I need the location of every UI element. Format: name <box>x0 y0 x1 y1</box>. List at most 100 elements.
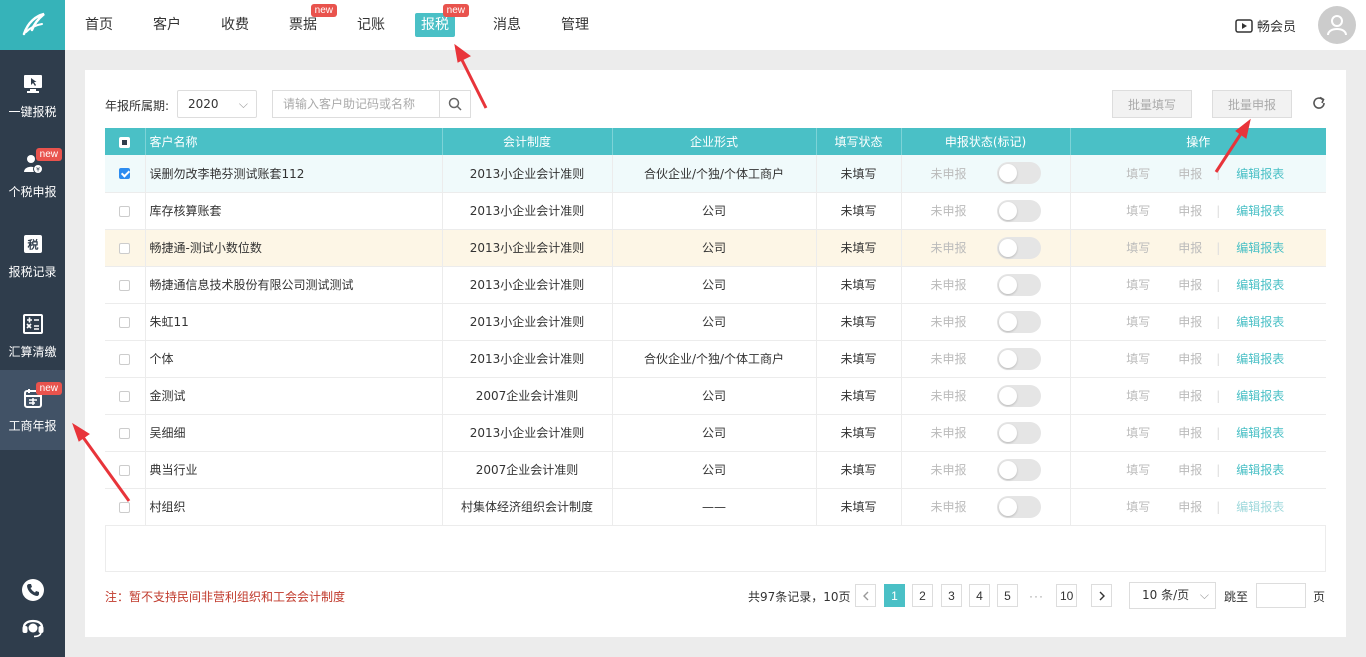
declare-toggle[interactable] <box>996 310 1041 333</box>
row-checkbox[interactable] <box>119 464 131 476</box>
row-select-cell[interactable] <box>105 155 146 193</box>
refresh-button[interactable] <box>1311 95 1327 114</box>
jump-page-input[interactable] <box>1256 583 1306 608</box>
table-row[interactable]: 吴细细 2013小企业会计准则 公司 未填写 未申报 填写 申报 | 编辑报表 <box>105 414 1326 452</box>
fill-button[interactable]: 填写 <box>1126 461 1150 478</box>
nav-admin[interactable]: 管理 <box>555 13 595 37</box>
member-link[interactable]: 畅会员 <box>1235 16 1296 35</box>
fill-button[interactable]: 填写 <box>1126 239 1150 256</box>
row-checkbox[interactable] <box>119 316 131 328</box>
fill-button[interactable]: 填写 <box>1126 350 1150 367</box>
page-3[interactable]: 3 <box>941 584 962 607</box>
page-5[interactable]: 5 <box>997 584 1018 607</box>
nav-home[interactable]: 首页 <box>79 13 119 37</box>
page-4[interactable]: 4 <box>969 584 990 607</box>
table-row[interactable]: 典当行业 2007企业会计准则 公司 未填写 未申报 填写 申报 | 编辑报表 <box>105 451 1326 489</box>
declare-button[interactable]: 申报 <box>1178 165 1202 182</box>
sidebar-item-one-click-tax[interactable]: 一键报税 <box>0 56 65 136</box>
declare-toggle[interactable] <box>996 495 1041 518</box>
row-checkbox[interactable] <box>119 168 131 180</box>
declare-toggle[interactable] <box>996 236 1041 259</box>
declare-toggle[interactable] <box>996 421 1041 444</box>
declare-toggle[interactable] <box>996 458 1041 481</box>
search-button[interactable] <box>439 90 471 118</box>
page-ellipsis[interactable]: ··· <box>1026 584 1047 607</box>
table-row[interactable]: 个体 2013小企业会计准则 合伙企业/个独/个体工商户 未填写 未申报 填写 申报 | 编辑报… <box>105 340 1326 378</box>
select-all-cell[interactable] <box>105 128 146 155</box>
edit-report-link[interactable]: 编辑报表 <box>1236 165 1284 182</box>
row-select-cell[interactable] <box>105 303 146 341</box>
fill-button[interactable]: 填写 <box>1126 313 1150 330</box>
declare-toggle[interactable] <box>996 273 1041 296</box>
support-button[interactable] <box>0 613 65 639</box>
nav-tax[interactable]: 报税 new <box>415 4 469 37</box>
next-page-button[interactable] <box>1091 584 1112 607</box>
year-select[interactable]: 2020 ⌵ <box>177 90 257 118</box>
row-checkbox[interactable] <box>119 242 131 254</box>
row-checkbox[interactable] <box>119 427 131 439</box>
edit-report-link[interactable]: 编辑报表 <box>1236 498 1284 515</box>
table-row[interactable]: 畅捷通-测试小数位数 2013小企业会计准则 公司 未填写 未申报 填写 申报 | 编辑报表 <box>105 229 1326 267</box>
declare-button[interactable]: 申报 <box>1178 498 1202 515</box>
search-input[interactable] <box>272 90 440 118</box>
table-row[interactable]: 朱虹11 2013小企业会计准则 公司 未填写 未申报 填写 申报 | 编辑报表 <box>105 303 1326 341</box>
table-row[interactable]: 金测试 2007企业会计准则 公司 未填写 未申报 填写 申报 | 编辑报表 <box>105 377 1326 415</box>
declare-button[interactable]: 申报 <box>1178 350 1202 367</box>
row-checkbox[interactable] <box>119 390 131 402</box>
table-row[interactable]: 库存核算账套 2013小企业会计准则 公司 未填写 未申报 填写 申报 | 编辑报表 <box>105 192 1326 230</box>
row-select-cell[interactable] <box>105 229 146 267</box>
declare-toggle[interactable] <box>996 347 1041 370</box>
row-select-cell[interactable] <box>105 451 146 489</box>
edit-report-link[interactable]: 编辑报表 <box>1236 239 1284 256</box>
nav-messages[interactable]: 消息 <box>487 13 527 37</box>
declare-button[interactable]: 申报 <box>1178 202 1202 219</box>
edit-report-link[interactable]: 编辑报表 <box>1236 276 1284 293</box>
edit-report-link[interactable]: 编辑报表 <box>1236 424 1284 441</box>
avatar[interactable] <box>1318 6 1356 44</box>
declare-toggle[interactable] <box>996 162 1041 185</box>
edit-report-link[interactable]: 编辑报表 <box>1236 313 1284 330</box>
table-row[interactable]: 村组织 村集体经济组织会计制度 —— 未填写 未申报 填写 申报 | 编辑报表 <box>105 488 1326 526</box>
table-row[interactable]: 误删勿改李艳芬测试账套112 2013小企业会计准则 合伙企业/个独/个体工商户 未填… <box>105 155 1326 193</box>
page-1[interactable]: 1 <box>884 584 905 607</box>
declare-button[interactable]: 申报 <box>1178 424 1202 441</box>
fill-button[interactable]: 填写 <box>1126 165 1150 182</box>
nav-customers[interactable]: 客户 <box>147 13 187 37</box>
row-checkbox[interactable] <box>119 279 131 291</box>
declare-button[interactable]: 申报 <box>1178 276 1202 293</box>
phone-button[interactable] <box>0 578 65 602</box>
edit-report-link[interactable]: 编辑报表 <box>1236 461 1284 478</box>
sidebar-item-settlement[interactable]: 汇算清缴 <box>0 296 65 376</box>
row-select-cell[interactable] <box>105 488 146 526</box>
edit-report-link[interactable]: 编辑报表 <box>1236 202 1284 219</box>
declare-button[interactable]: 申报 <box>1178 313 1202 330</box>
edit-report-link[interactable]: 编辑报表 <box>1236 350 1284 367</box>
declare-button[interactable]: 申报 <box>1178 239 1202 256</box>
nav-bookkeeping[interactable]: 记账 <box>351 13 391 37</box>
row-select-cell[interactable] <box>105 266 146 304</box>
app-logo[interactable] <box>0 0 65 50</box>
batch-declare-button[interactable]: 批量申报 <box>1212 90 1292 118</box>
fill-button[interactable]: 填写 <box>1126 498 1150 515</box>
prev-page-button[interactable] <box>855 584 876 607</box>
sidebar-item-personal-tax[interactable]: new ¥ 个税申报 <box>0 136 65 216</box>
fill-button[interactable]: 填写 <box>1126 424 1150 441</box>
nav-fees[interactable]: 收费 <box>215 13 255 37</box>
nav-invoices[interactable]: 票据 new <box>283 4 337 37</box>
row-select-cell[interactable] <box>105 192 146 230</box>
fill-button[interactable]: 填写 <box>1126 202 1150 219</box>
batch-fill-button[interactable]: 批量填写 <box>1112 90 1192 118</box>
declare-button[interactable]: 申报 <box>1178 387 1202 404</box>
declare-toggle[interactable] <box>996 199 1041 222</box>
select-all-checkbox[interactable] <box>119 136 131 148</box>
row-select-cell[interactable] <box>105 340 146 378</box>
sidebar-item-tax-record[interactable]: 税 报税记录 <box>0 216 65 296</box>
row-select-cell[interactable] <box>105 377 146 415</box>
row-checkbox[interactable] <box>119 353 131 365</box>
sidebar-item-annual-report[interactable]: new 工商年报 <box>0 370 65 450</box>
table-row[interactable]: 畅捷通信息技术股份有限公司测试测试 2013小企业会计准则 公司 未填写 未申报 填写 申报… <box>105 266 1326 304</box>
fill-button[interactable]: 填写 <box>1126 387 1150 404</box>
fill-button[interactable]: 填写 <box>1126 276 1150 293</box>
page-10[interactable]: 10 <box>1056 584 1078 607</box>
declare-button[interactable]: 申报 <box>1178 461 1202 478</box>
